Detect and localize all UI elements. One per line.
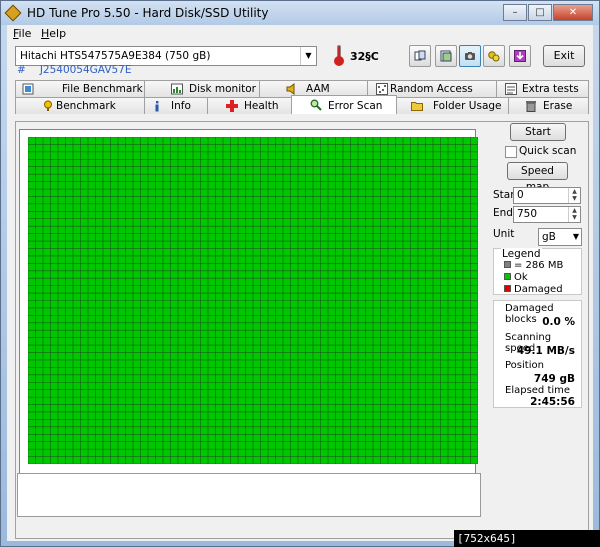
end-label: End (493, 207, 513, 219)
start-spinner[interactable]: ▲ ▼ (568, 188, 580, 203)
scan-log (17, 473, 481, 517)
folder-icon (411, 102, 423, 111)
temperature-readout: 32§C (350, 50, 379, 63)
info-icon (155, 101, 159, 112)
speaker-icon (286, 83, 295, 95)
download-button[interactable] (509, 45, 531, 67)
maximize-button[interactable]: □ (528, 4, 552, 21)
unit-select[interactable]: gB ▼ (538, 228, 582, 246)
app-logo-icon (4, 4, 22, 22)
drive-select[interactable]: Hitachi HTS547575A9E384 (750 gB) ▼ (15, 46, 317, 66)
chevron-down-icon[interactable]: ▼ (300, 47, 316, 65)
tab-info[interactable]: Info (144, 97, 208, 114)
tab-disk-monitor[interactable]: Disk monitor (144, 80, 260, 97)
damaged-swatch-icon (504, 285, 511, 292)
end-input[interactable]: 750 ▲ ▼ (513, 206, 581, 223)
unit-select-value: gB (542, 231, 556, 243)
copy-info-icon (414, 50, 426, 61)
serial-number: # J2540054GAV57E (17, 64, 132, 76)
minimize-button[interactable]: – (503, 4, 527, 21)
legend-block-size: = 286 MB (504, 260, 563, 271)
screenshot-button[interactable] (459, 45, 481, 67)
ok-swatch-icon (504, 273, 511, 280)
options-button[interactable] (483, 45, 505, 67)
tab-extra-tests[interactable]: Extra tests (496, 80, 589, 97)
tab-erase[interactable]: Erase (508, 97, 589, 114)
title-bar[interactable]: HD Tune Pro 5.50 - Hard Disk/SSD Utility… (1, 1, 599, 25)
file-benchmark-icon (22, 83, 34, 95)
health-icon (226, 100, 238, 112)
quick-scan-checkbox[interactable] (505, 146, 517, 158)
start-input-value: 0 (517, 189, 524, 201)
disk-monitor-icon (171, 83, 183, 95)
legend: Legend = 286 MB Ok Damaged (493, 248, 582, 295)
menu-help[interactable]: Help (41, 27, 66, 40)
block-swatch-icon (504, 261, 511, 268)
tab-benchmark[interactable]: Benchmark (15, 97, 145, 114)
close-button[interactable]: ✕ (553, 4, 593, 21)
download-icon (514, 50, 526, 62)
start-input[interactable]: 0 ▲ ▼ (513, 187, 581, 204)
thermometer-icon (332, 44, 346, 66)
error-scan-icon (310, 99, 322, 111)
save-info-button[interactable] (435, 45, 457, 67)
drive-select-value: Hitachi HTS547575A9E384 (750 gB) (20, 50, 211, 62)
save-info-icon (440, 50, 452, 62)
speed-map-button[interactable]: Speed map (507, 162, 568, 193)
quick-scan-label: Quick scan (519, 145, 577, 157)
serial-value: J2540054GAV57E (39, 64, 132, 76)
client-area: File Help Hitachi HTS547575A9E384 (750 g… (7, 25, 593, 541)
legend-ok: Ok (504, 272, 528, 283)
end-spinner[interactable]: ▲ ▼ (568, 207, 580, 222)
legend-damaged: Damaged (504, 284, 563, 295)
window-controls: – □ ✕ (502, 4, 593, 21)
window-title: HD Tune Pro 5.50 - Hard Disk/SSD Utility (27, 6, 269, 20)
scan-stats: Damaged blocks 0.0 % Scanning speed 49.1… (493, 300, 582, 408)
position-value: 749 gB (533, 373, 575, 385)
unit-label: Unit (493, 228, 515, 240)
tab-file-benchmark[interactable]: File Benchmark (15, 80, 145, 97)
chevron-down-icon[interactable]: ▼ (573, 229, 579, 245)
elapsed-time-label: Elapsed time (505, 385, 571, 396)
copy-info-button[interactable] (409, 45, 431, 67)
extra-tests-icon (505, 83, 517, 95)
screenshot-icon (465, 52, 475, 60)
benchmark-icon (44, 100, 52, 111)
serial-prefix: # (17, 64, 26, 76)
scan-map (19, 129, 478, 483)
image-watermark: [752x645] http://upic.me/ (454, 530, 600, 547)
tab-error-scan[interactable]: Error Scan (291, 95, 397, 114)
tab-folder-usage[interactable]: Folder Usage (396, 97, 509, 114)
erase-icon (526, 101, 536, 112)
menu-bar: File Help (7, 25, 593, 43)
elapsed-time-value: 2:45:56 (530, 396, 575, 408)
position-label: Position (505, 360, 544, 371)
options-icon (488, 51, 500, 62)
block-grid (28, 137, 478, 464)
start-scan-button[interactable]: Start (510, 123, 566, 141)
menu-file[interactable]: File (13, 27, 31, 40)
exit-button[interactable]: Exit (543, 45, 585, 67)
legend-title: Legend (501, 248, 542, 260)
app-window: HD Tune Pro 5.50 - Hard Disk/SSD Utility… (0, 0, 600, 547)
random-access-icon (376, 83, 388, 95)
damaged-blocks-value: 0.0 % (542, 316, 575, 328)
tab-health[interactable]: Health (207, 97, 292, 114)
end-input-value: 750 (517, 208, 538, 220)
scanning-speed-value: 49.1 MB/s (516, 345, 575, 357)
